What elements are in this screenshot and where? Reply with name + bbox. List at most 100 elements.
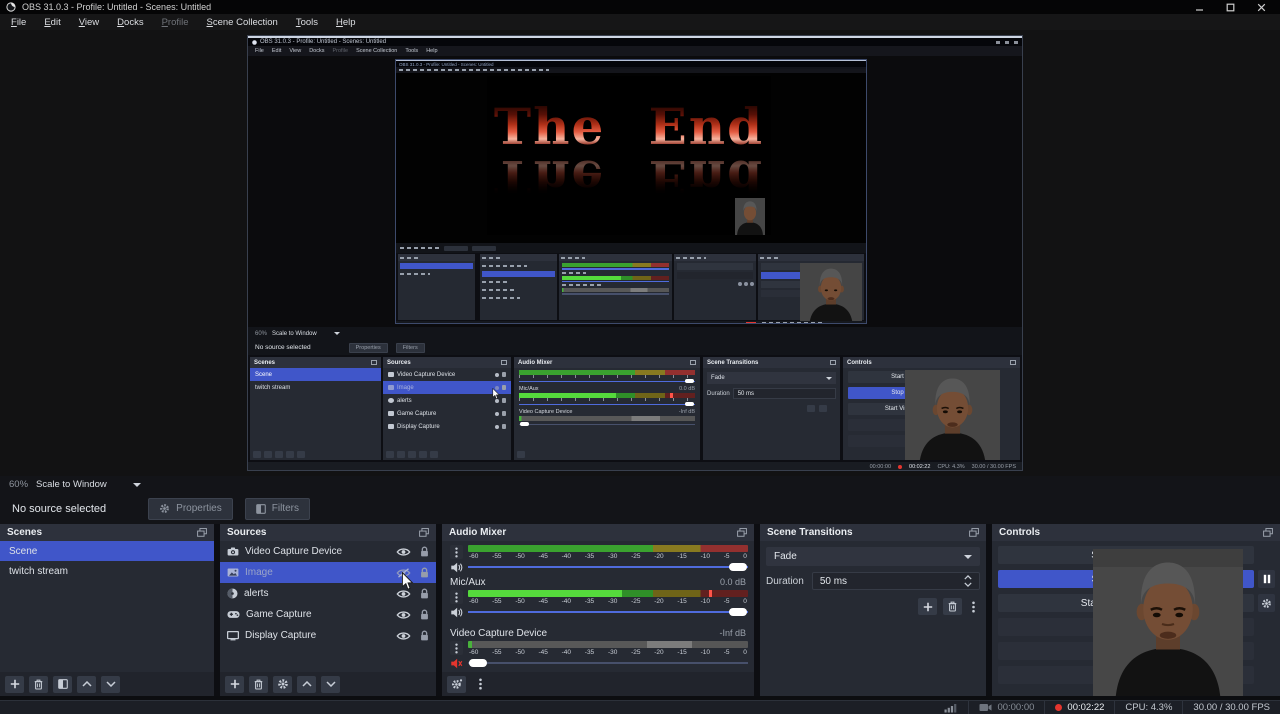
advanced-audio-button[interactable]	[447, 676, 466, 693]
gear-icon	[159, 503, 170, 514]
menu-docks[interactable]: Docks	[108, 17, 152, 28]
remove-scene-button[interactable]	[29, 676, 48, 693]
add-source-button[interactable]	[225, 676, 244, 693]
alerts-icon	[227, 588, 238, 599]
source-row-video-capture-device[interactable]: Video Capture Device	[220, 541, 436, 562]
sources-title: Sources	[227, 527, 266, 538]
chevron-down-icon	[964, 555, 972, 559]
menu-help[interactable]: Help	[327, 17, 365, 28]
pause-icon	[1263, 574, 1271, 584]
capture-source-row: Video Capture Device	[383, 368, 511, 381]
speaker-icon[interactable]	[450, 607, 463, 618]
fps-counter: 30.00 / 30.00 FPS	[1182, 701, 1280, 714]
source-properties-button[interactable]	[273, 676, 292, 693]
speaker-icon[interactable]	[450, 562, 463, 573]
remove-source-button[interactable]	[249, 676, 268, 693]
volume-slider[interactable]	[468, 562, 748, 571]
meter-scale: -60-55-50-45-40-35-30-25-20-15-10-50	[468, 552, 748, 561]
filters-button[interactable]: Filters	[245, 498, 310, 520]
scenes-panel: Scenes Scene twitch stream	[0, 524, 214, 696]
capture-menu-item: View	[285, 48, 305, 54]
capture-window-buttons	[991, 41, 1018, 44]
menu-tools[interactable]: Tools	[287, 17, 327, 28]
window-titlebar[interactable]: OBS 31.0.3 - Profile: Untitled - Scenes:…	[0, 0, 1280, 14]
preview-zoom-row: 60% Scale to Window	[0, 476, 1280, 493]
lock-icon[interactable]	[420, 567, 429, 579]
status-bar: 00:00:00 00:02:22 CPU: 4.3% 30.00 / 30.0…	[0, 700, 1280, 714]
capture-props-row: No source selected Properties Filters	[248, 340, 1022, 355]
popout-icon[interactable]	[1263, 528, 1273, 537]
the-end-image: The End The End	[487, 76, 771, 235]
add-scene-button[interactable]	[5, 676, 24, 693]
capture-obs-window: OBS 31.0.3 - Profile: Untitled - Scenes:…	[248, 36, 1022, 470]
lock-icon[interactable]	[420, 588, 429, 600]
properties-button[interactable]: Properties	[148, 498, 233, 520]
mixer-toolbar	[442, 672, 754, 696]
kebab-icon[interactable]	[450, 641, 463, 655]
source-row-game-capture[interactable]: Game Capture	[220, 604, 436, 625]
popout-icon[interactable]	[969, 528, 979, 537]
visibility-eye-icon[interactable]	[396, 547, 411, 557]
scale-mode-dropdown[interactable]: Scale to Window	[36, 479, 107, 490]
mixer-menu-kebab-icon[interactable]	[471, 676, 490, 693]
nested-docks	[396, 253, 866, 321]
nested-statusbar	[396, 321, 866, 323]
scene-filters-button[interactable]	[53, 676, 72, 693]
nested-canvas: The End The End	[396, 73, 866, 243]
scene-row-twitch-stream[interactable]: twitch stream	[0, 561, 214, 581]
popout-icon[interactable]	[737, 528, 747, 537]
menu-scene-collection[interactable]: Scene Collection	[198, 17, 287, 28]
lock-icon[interactable]	[420, 630, 429, 642]
pause-recording-button[interactable]	[1258, 570, 1275, 588]
lock-icon[interactable]	[420, 546, 429, 558]
capture-scene-row: twitch stream	[250, 381, 381, 394]
preview-canvas[interactable]: OBS 31.0.3 - Profile: Untitled - Scenes:…	[0, 30, 1280, 476]
menu-edit[interactable]: Edit	[35, 17, 69, 28]
volume-slider[interactable]	[468, 607, 748, 616]
popout-icon[interactable]	[197, 528, 207, 537]
image-icon	[227, 568, 239, 577]
transition-select[interactable]: Fade	[766, 547, 980, 566]
virtualcam-config-button[interactable]	[1258, 594, 1275, 612]
menu-profile[interactable]: Profile	[153, 17, 198, 28]
capture-caret-icon	[334, 332, 340, 335]
maximize-icon[interactable]	[1226, 3, 1235, 12]
record-time: 00:02:22	[1044, 701, 1114, 714]
window-title: OBS 31.0.3 - Profile: Untitled - Scenes:…	[22, 2, 211, 12]
speaker-muted-icon[interactable]	[450, 658, 463, 669]
move-source-down-button[interactable]	[321, 676, 340, 693]
duration-spinbox[interactable]: 50 ms	[812, 572, 980, 590]
scene-row-scene[interactable]: Scene	[0, 541, 214, 561]
kebab-icon[interactable]	[450, 590, 463, 604]
capture-sources-panel: Sources Video Capture Device Image alert…	[383, 357, 511, 460]
nested-transitions-panel	[674, 254, 756, 320]
close-icon[interactable]	[1257, 3, 1266, 12]
source-row-display-capture[interactable]: Display Capture	[220, 625, 436, 646]
kebab-icon[interactable]	[450, 545, 463, 559]
volume-slider[interactable]	[468, 658, 748, 667]
visibility-eye-icon[interactable]	[396, 610, 411, 620]
move-scene-down-button[interactable]	[101, 676, 120, 693]
capture-obs-logo-icon	[252, 40, 257, 45]
stream-camera-icon	[979, 703, 992, 712]
nested-window-title: OBS 31.0.3 - Profile: Untitled - Scenes:…	[399, 62, 494, 67]
visibility-eye-icon[interactable]	[396, 631, 411, 641]
chevron-down-icon[interactable]	[133, 483, 141, 487]
capture-source-row: Display Capture	[383, 420, 511, 433]
remove-transition-button[interactable]	[943, 598, 962, 615]
add-transition-button[interactable]	[918, 598, 937, 615]
channel-name: Video Capture Device	[450, 628, 547, 639]
lock-icon[interactable]	[420, 609, 429, 621]
popout-icon[interactable]	[419, 528, 429, 537]
capture-nested-obs-window: OBS 31.0.3 - Profile: Untitled - Scenes:…	[396, 60, 866, 323]
minimize-icon[interactable]	[1195, 3, 1204, 12]
webcam-person	[905, 370, 1000, 460]
move-source-up-button[interactable]	[297, 676, 316, 693]
capture-menu-item: Edit	[268, 48, 285, 54]
menu-view[interactable]: View	[70, 17, 108, 28]
menu-file[interactable]: File	[2, 17, 35, 28]
move-scene-up-button[interactable]	[77, 676, 96, 693]
capture-statusbar: 00:00:0000:02:22CPU: 4.3%30.00 / 30.00 F…	[248, 462, 1022, 470]
volume-meter	[468, 641, 748, 648]
transition-properties-kebab-icon[interactable]	[968, 598, 978, 615]
